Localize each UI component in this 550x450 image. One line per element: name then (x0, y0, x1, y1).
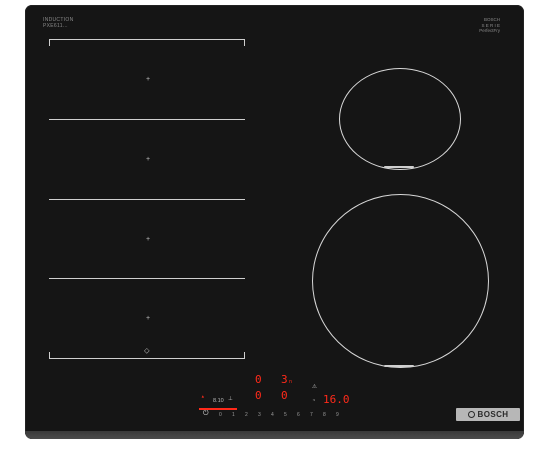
slider-step[interactable]: 8 (323, 412, 326, 418)
flex-induction-zone[interactable]: + + + + ⬦ (49, 39, 245, 359)
slider-step[interactable]: 3 (258, 412, 261, 418)
zone-display-mid-top-sub: n (289, 379, 293, 385)
zone-center-marker: + (146, 76, 151, 83)
program-label[interactable]: 8.10 (213, 398, 224, 404)
brand-top-left: INDUCTION PXE611... (43, 17, 73, 29)
slider-step[interactable]: 5 (284, 412, 287, 418)
zone-divider (49, 119, 245, 120)
brand-top-right-line3: PerfectFry (479, 28, 500, 33)
slider-step[interactable]: 2 (245, 412, 248, 418)
flex-zone-icon: ⬦ (144, 346, 150, 355)
burner-small-marker (384, 166, 414, 168)
timer-icon[interactable]: ◔ (312, 398, 315, 404)
power-icon[interactable]: ⏻ (203, 410, 209, 417)
burner-small[interactable] (339, 68, 461, 170)
timer-display: 16.0 (323, 393, 350, 406)
zone-divider (49, 278, 245, 279)
cooktop-surface: INDUCTION PXE611... BOSCH S E R I E Perf… (25, 5, 524, 439)
slider-step[interactable]: 4 (271, 412, 274, 418)
slider-step[interactable]: 7 (310, 412, 313, 418)
brand-top-left-line2: PXE611... (43, 23, 68, 29)
burner-large[interactable] (312, 194, 489, 368)
zone-center-marker: + (146, 236, 151, 243)
zone-divider (49, 199, 245, 200)
slider-step[interactable]: 0 (219, 412, 222, 418)
slider-step[interactable]: 9 (336, 412, 339, 418)
brand-top-right: BOSCH S E R I E PerfectFry (479, 17, 500, 34)
zone-display-mid-bottom: 0 (281, 389, 288, 402)
zone-display-left-top: 0 (255, 373, 262, 386)
child-lock-icon[interactable]: ⊥ (228, 396, 233, 402)
slider-step[interactable]: 6 (297, 412, 300, 418)
burner-large-marker (384, 365, 414, 367)
zone-center-marker: + (146, 156, 151, 163)
zone-bracket-top (49, 39, 245, 46)
warning-icon[interactable]: ⚠ (312, 384, 317, 390)
power-slider[interactable]: 0 1 2 3 4 5 6 7 8 9 (215, 410, 345, 420)
brand-logo: BOSCH (456, 408, 520, 421)
slider-step[interactable]: 1 (232, 412, 235, 418)
zone-display-left-bottom: 0 (255, 389, 262, 402)
indicator-dot: ▴ (201, 393, 205, 400)
zone-center-marker: + (146, 315, 151, 322)
zone-display-mid-top: 3 (281, 373, 288, 386)
cooktop-front-edge (25, 431, 524, 439)
bosch-armature-icon (467, 411, 475, 418)
brand-logo-text: BOSCH (477, 410, 509, 419)
